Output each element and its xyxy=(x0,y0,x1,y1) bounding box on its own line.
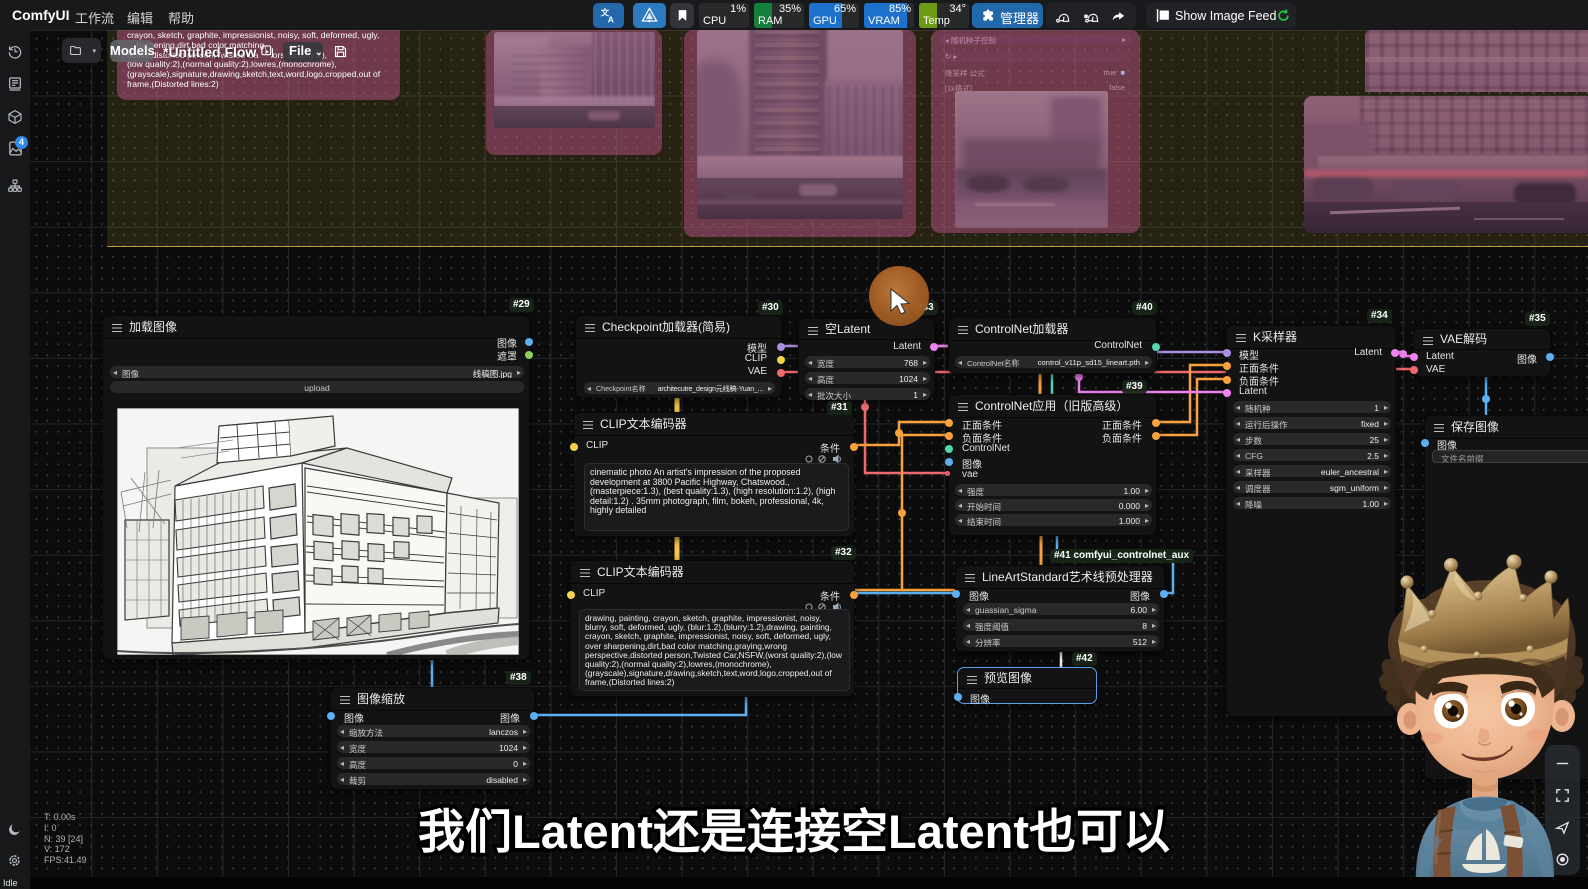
svg-text:A: A xyxy=(608,15,614,24)
